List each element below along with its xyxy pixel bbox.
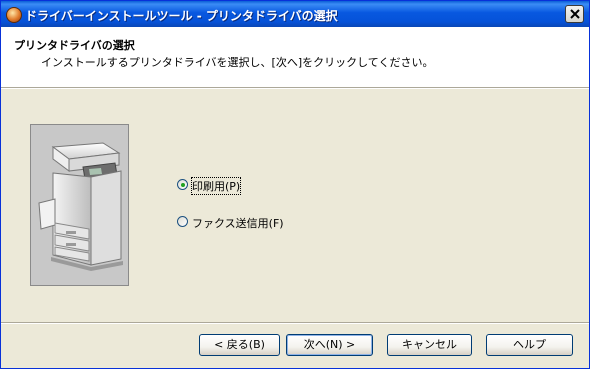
fax-option-label[interactable]: ファクス送信用(F) (192, 215, 284, 231)
header-divider-highlight (1, 88, 589, 89)
printer-illustration (30, 124, 129, 286)
title-bar[interactable]: ドライバーインストールツール - プリンタドライバの選択 (1, 1, 589, 27)
back-button[interactable]: < 戻る(B) (199, 334, 280, 356)
radio-selected-dot (181, 183, 185, 187)
help-button[interactable]: ヘルプ (486, 334, 573, 356)
next-button[interactable]: 次へ(N) > (286, 334, 373, 356)
fax-radio[interactable] (177, 216, 188, 227)
footer-divider-highlight (1, 323, 589, 324)
app-icon (6, 7, 22, 23)
dialog-window: ドライバーインストールツール - プリンタドライバの選択 プリンタドライバの選択… (0, 0, 590, 369)
print-radio[interactable] (177, 179, 188, 190)
close-button[interactable] (565, 5, 584, 23)
page-subtitle: インストールするプリンタドライバを選択し、[次へ]をクリックしてください。 (41, 56, 434, 69)
page-title: プリンタドライバの選択 (14, 39, 135, 52)
printer-icon (38, 142, 123, 271)
header-panel: プリンタドライバの選択 インストールするプリンタドライバを選択し、[次へ]をクリ… (1, 27, 589, 87)
window-title: ドライバーインストールツール - プリンタドライバの選択 (25, 9, 338, 23)
print-option-label[interactable]: 印刷用(P) (190, 177, 242, 195)
close-icon (570, 9, 580, 19)
cancel-button[interactable]: キャンセル (387, 334, 472, 356)
